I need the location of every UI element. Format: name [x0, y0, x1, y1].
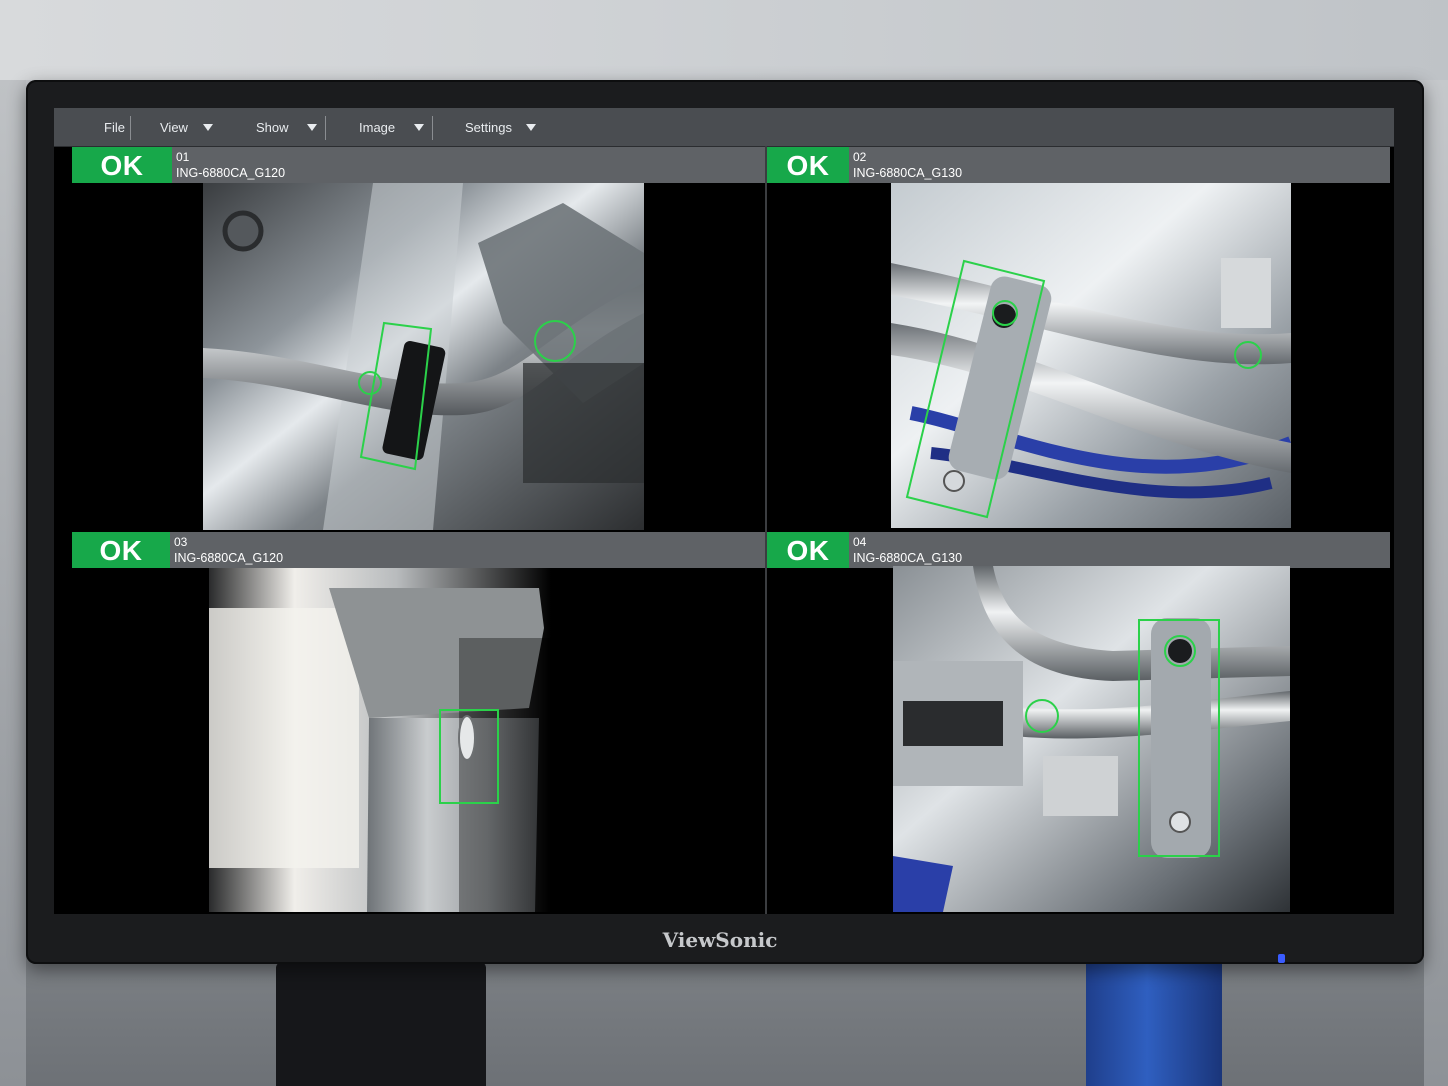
- blue-stand-post: [1086, 962, 1222, 1086]
- menu-show[interactable]: Show: [256, 108, 326, 146]
- monitor-arm: [276, 962, 486, 1086]
- status-badge: OK: [767, 147, 849, 183]
- camera-panel-01[interactable]: OK 01 ING-6880CA_G120: [72, 147, 765, 530]
- camera-id: ING-6880CA_G130: [853, 551, 963, 565]
- background-wall: [0, 0, 1448, 80]
- camera-number: 03: [174, 535, 188, 549]
- camera-panel-04[interactable]: OK 04 ING-6880CA_G130: [767, 532, 1390, 914]
- camera-image: [203, 183, 644, 530]
- menu-file-label: File: [104, 120, 125, 135]
- panel-header: OK 02 ING-6880CA_G130: [767, 147, 1390, 183]
- menu-bar: File View Show Image Settings: [54, 108, 1394, 147]
- status-badge: OK: [72, 532, 170, 568]
- menu-view[interactable]: View: [160, 108, 220, 146]
- camera-image: [893, 566, 1290, 912]
- camera-number: 02: [853, 150, 867, 164]
- inspection-app-window: File View Show Image Settings OK 01 ING-…: [54, 108, 1394, 914]
- status-badge: OK: [72, 147, 172, 183]
- camera-panel-02[interactable]: OK 02 ING-6880CA_G130: [767, 147, 1390, 530]
- power-led-icon: [1278, 954, 1285, 963]
- dropdown-caret-icon: [414, 124, 424, 131]
- status-badge: OK: [767, 532, 849, 568]
- menu-separator: [130, 116, 131, 140]
- menu-view-label: View: [160, 120, 188, 135]
- camera-id: ING-6880CA_G120: [176, 166, 286, 180]
- panel-header: OK 04 ING-6880CA_G130: [767, 532, 1390, 568]
- menu-settings-label: Settings: [465, 120, 512, 135]
- camera-number: 04: [853, 535, 867, 549]
- background-window: [0, 80, 26, 1086]
- panel-header: OK 01 ING-6880CA_G120: [72, 147, 765, 183]
- camera-number: 01: [176, 150, 190, 164]
- menu-show-label: Show: [256, 120, 289, 135]
- menu-file[interactable]: File: [104, 108, 144, 146]
- menu-separator: [432, 116, 433, 140]
- menu-separator: [325, 116, 326, 140]
- panel-header: OK 03 ING-6880CA_G120: [72, 532, 765, 568]
- menu-image[interactable]: Image: [359, 108, 431, 146]
- dropdown-caret-icon: [307, 124, 317, 131]
- camera-panel-03[interactable]: OK 03 ING-6880CA_G120: [72, 532, 765, 914]
- camera-id: ING-6880CA_G130: [853, 166, 963, 180]
- background-window: [1424, 80, 1448, 1086]
- menu-settings[interactable]: Settings: [465, 108, 545, 146]
- camera-id: ING-6880CA_G120: [174, 551, 284, 565]
- monitor-brand: ViewSonic: [662, 928, 778, 952]
- menu-image-label: Image: [359, 120, 396, 135]
- dropdown-caret-icon: [526, 124, 536, 131]
- dropdown-caret-icon: [203, 124, 213, 131]
- camera-image: [209, 568, 551, 912]
- camera-image: [891, 183, 1291, 528]
